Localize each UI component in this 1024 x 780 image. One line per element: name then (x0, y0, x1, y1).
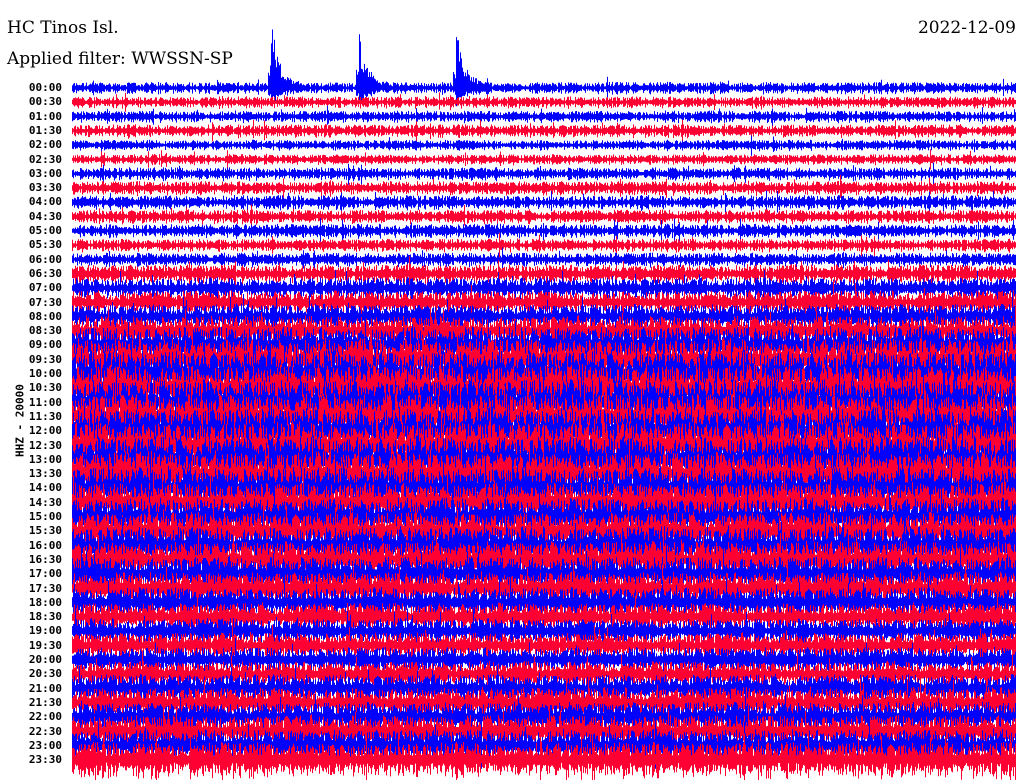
helicorder-plot (72, 29, 1016, 780)
trace-0200 (72, 135, 1016, 156)
trace-0100 (72, 105, 1016, 126)
trace-0030 (72, 92, 1016, 112)
trace-0000 (72, 29, 1016, 107)
trace-0230 (72, 149, 1016, 170)
trace-0130 (72, 119, 1016, 143)
trace-0300 (72, 162, 1016, 185)
